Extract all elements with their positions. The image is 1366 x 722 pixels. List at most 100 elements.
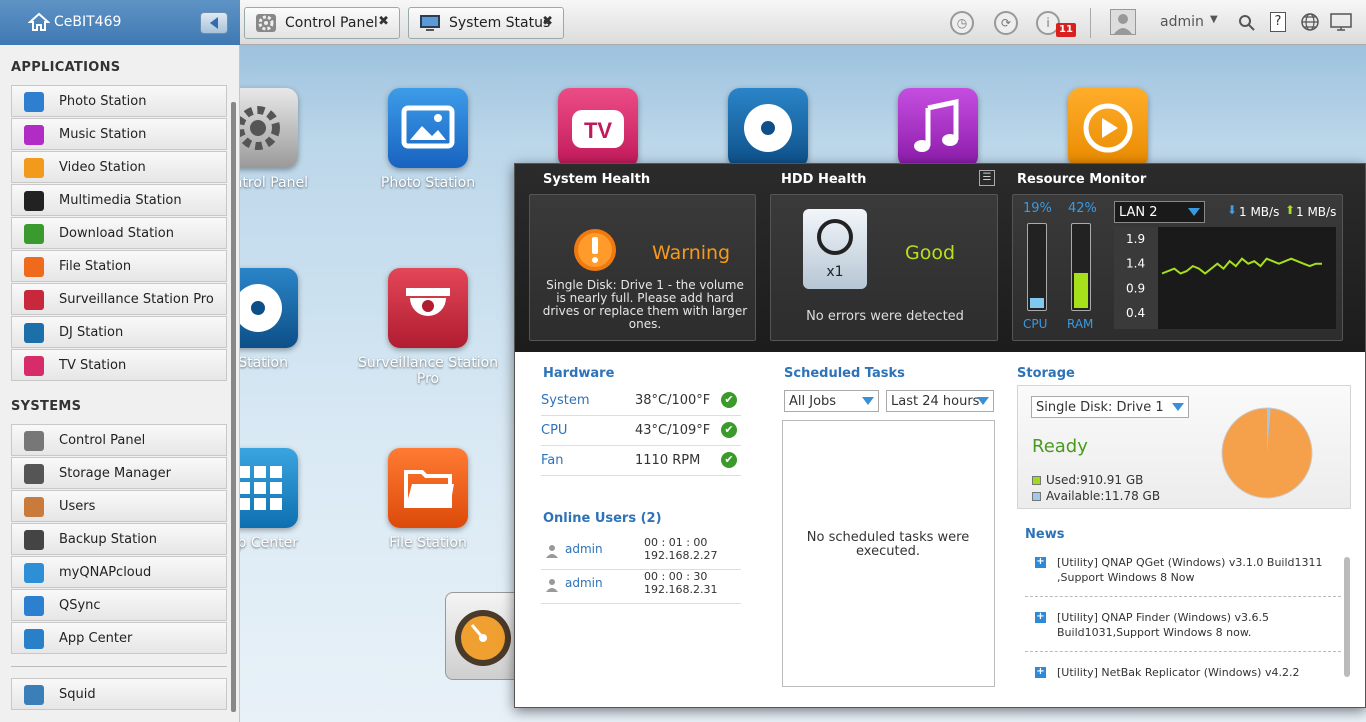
menu-item-app-center[interactable]: App Center [11,622,227,654]
desktop-icon-video-station[interactable] [1068,88,1148,168]
y-tick-label: 1.9 [1126,232,1145,246]
photo-station-icon [24,92,44,112]
surveillance-station-pro-icon [24,290,44,310]
dashboard-button[interactable] [445,592,517,680]
menu-item-file-station[interactable]: File Station [11,250,227,282]
online-user-name[interactable]: admin [565,576,603,590]
news-item[interactable]: + [Utility] QNAP Finder (Windows) v3.6.5 … [1035,610,1341,640]
desktop-icon-music-station[interactable] [898,88,978,168]
desktop-icon-file-station[interactable] [388,448,468,528]
plus-icon[interactable]: + [1035,557,1046,568]
menu-item-control-panel[interactable]: Control Panel [11,424,227,456]
menu-item-surveillance-station-pro[interactable]: Surveillance Station Pro [11,283,227,315]
help-icon[interactable]: ? [1270,12,1286,32]
desktop-icon[interactable] [1330,12,1352,32]
ram-bar-fill [1074,272,1088,308]
ram-bar [1071,223,1091,311]
ram-percent: 42% [1068,201,1097,216]
clock-icon[interactable]: ◷ [950,11,974,35]
download-rate: 1 MB/s [1239,205,1280,219]
hardware-heading: Hardware [543,366,615,381]
background-task-icon[interactable]: ⟳ [994,11,1018,35]
myqnapcloud-icon [24,563,44,583]
storage-manager-icon [24,464,44,484]
news-scrollbar[interactable] [1344,557,1350,677]
online-user-row: admin 00 : 01 : 00 192.168.2.27 [541,536,741,570]
globe-icon[interactable] [1300,12,1320,32]
search-icon[interactable] [1238,14,1256,32]
close-icon[interactable]: ✖ [378,14,389,29]
plus-icon[interactable]: + [1035,667,1046,678]
menu-item-music-station[interactable]: Music Station [11,118,227,150]
tab-control-panel[interactable]: Control Panel ✖ [244,7,400,39]
menu-item-label: Squid [59,687,96,702]
home-button[interactable]: CeBIT469 [0,0,240,45]
arrow-left-icon [210,17,218,29]
menu-item-label: App Center [59,631,133,646]
cpu-label: CPU [1023,317,1048,331]
system-health-message: Single Disk: Drive 1 - the volume is nea… [542,278,748,331]
news-item[interactable]: + [Utility] QNAP QGet (Windows) v3.1.0 Bu… [1035,555,1341,585]
hardware-row: CPU 43°C/109°F ✔ [541,416,741,446]
collapse-menu-button[interactable] [200,12,228,34]
system-health-state: Warning [652,242,731,264]
menu-item-backup-station[interactable]: Backup Station [11,523,227,555]
menu-item-label: Video Station [59,160,146,175]
main-menu: APPLICATIONS Photo Station Music Station V… [0,45,240,722]
y-tick-label: 0.9 [1126,281,1145,295]
desktop-icon-photo-station[interactable] [388,88,468,168]
scrollbar[interactable] [231,102,236,712]
menu-item-storage-manager[interactable]: Storage Manager [11,457,227,489]
disk-select[interactable]: Single Disk: Drive 1 [1031,396,1189,418]
plus-icon[interactable]: + [1035,612,1046,623]
menu-item-users[interactable]: Users [11,490,227,522]
desktop-icon-surveillance-station[interactable] [388,268,468,348]
svg-text:TV: TV [584,118,612,143]
chevron-down-icon[interactable]: ▼ [1210,14,1218,25]
news-item-text: [Utility] NetBak Replicator (Windows) v4… [1057,666,1300,679]
multimedia-station-icon [24,191,44,211]
lan-select[interactable]: LAN 2 [1114,201,1205,223]
hardware-row: Fan 1110 RPM ✔ [541,446,741,476]
list-icon[interactable]: ☰ [979,170,995,186]
online-user-name[interactable]: admin [565,542,603,556]
desktop-icon-tv-station[interactable]: TV [558,88,638,168]
menu-item-photo-station[interactable]: Photo Station [11,85,227,117]
menu-item-squid[interactable]: Squid [11,678,227,710]
system-status-window: System Health HDD Health ☰ Resource Moni… [514,163,1366,708]
hardware-label: Fan [541,453,564,468]
system-health-panel: Warning Single Disk: Drive 1 - the volum… [529,194,756,341]
time-filter-value: Last 24 hours [891,394,980,409]
menu-item-video-station[interactable]: Video Station [11,151,227,183]
news-item-text: [Utility] QNAP Finder (Windows) v3.6.5 B… [1057,611,1269,639]
menu-item-tv-station[interactable]: TV Station [11,349,227,381]
menu-item-label: File Station [59,259,132,274]
menu-item-label: TV Station [59,358,127,373]
hdd-health-message: No errors were detected [806,309,964,324]
menu-item-qsync[interactable]: QSync [11,589,227,621]
menu-item-label: Multimedia Station [59,193,182,208]
desktop-icon-dj-station[interactable] [728,88,808,168]
storage-used: Used:910.91 GB [1046,473,1144,487]
tv-station-icon [24,356,44,376]
menu-item-myqnapcloud[interactable]: myQNAPcloud [11,556,227,588]
time-filter-select[interactable]: Last 24 hours [886,390,994,412]
gear-icon [256,14,276,32]
close-icon[interactable]: ✖ [542,14,553,29]
music-note-icon [898,88,978,168]
user-menu[interactable]: admin [1160,14,1204,30]
jobs-filter-select[interactable]: All Jobs [784,390,879,412]
upload-rate: 1 MB/s [1296,205,1337,219]
menu-item-label: Download Station [59,226,174,241]
menu-item-label: Control Panel [59,433,146,448]
tab-label: Control Panel [285,15,378,31]
news-item[interactable]: + [Utility] NetBak Replicator (Windows) v… [1035,665,1341,680]
menu-item-dj-station[interactable]: DJ Station [11,316,227,348]
avatar[interactable] [1110,9,1136,35]
y-tick-label: 0.4 [1126,306,1145,320]
monitor-icon [420,15,440,31]
menu-item-download-station[interactable]: Download Station [11,217,227,249]
tab-system-status[interactable]: System Status ✖ [408,7,564,39]
used-legend-swatch [1032,476,1041,485]
menu-item-multimedia-station[interactable]: Multimedia Station [11,184,227,216]
